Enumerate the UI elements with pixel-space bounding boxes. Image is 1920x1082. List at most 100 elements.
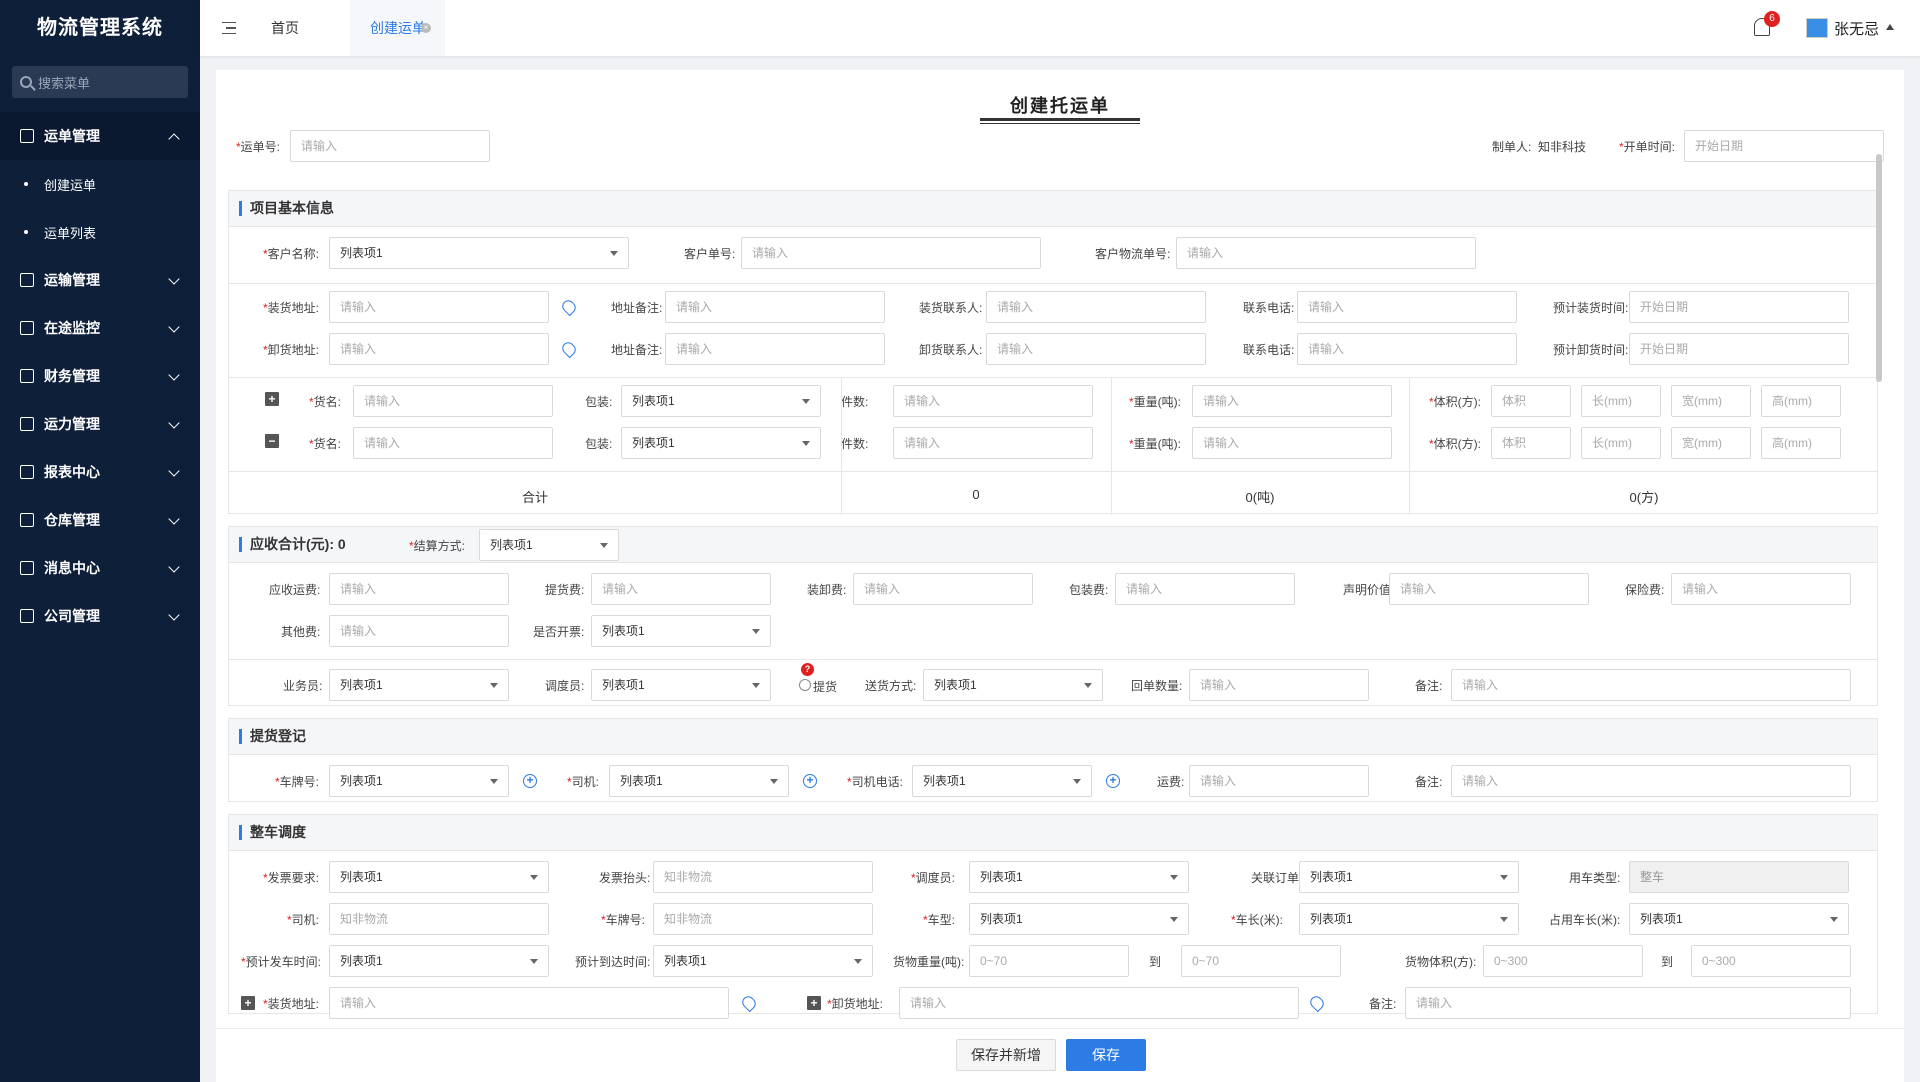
add-driver-icon[interactable]: + — [803, 774, 817, 788]
height-input[interactable]: 高(mm) — [1761, 427, 1841, 459]
remove-goods-button[interactable]: − — [265, 434, 279, 448]
waybill-no-input[interactable]: 请输入 — [290, 130, 490, 162]
pack-fee-input[interactable]: 请输入 — [1115, 573, 1295, 605]
menu-search-input[interactable]: 搜索菜单 — [12, 66, 188, 98]
menu-warehouse[interactable]: 仓库管理 — [0, 496, 200, 544]
menu-transport[interactable]: 运输管理 — [0, 256, 200, 304]
avatar[interactable] — [1806, 18, 1828, 38]
pack-select[interactable]: 列表项1 — [621, 427, 821, 459]
menu-waybill[interactable]: 运单管理 — [0, 112, 200, 160]
load-phone-input[interactable]: 请输入 — [1297, 291, 1517, 323]
settle-select[interactable]: 列表项1 — [479, 529, 619, 561]
plate-input[interactable]: 知非物流 — [653, 903, 873, 935]
remark-input[interactable]: 请输入 — [1451, 765, 1851, 797]
close-icon[interactable]: × — [421, 23, 431, 33]
user-name[interactable]: 张无忌 — [1834, 18, 1879, 39]
pickup-radio[interactable] — [799, 679, 811, 691]
insurance-input[interactable]: 请输入 — [1671, 573, 1851, 605]
driver-input[interactable]: 知非物流 — [329, 903, 549, 935]
plate-select[interactable]: 列表项1 — [329, 765, 509, 797]
save-and-new-button[interactable]: 保存并新增 — [956, 1039, 1056, 1071]
remark-input[interactable]: 请输入 — [1405, 987, 1851, 1019]
related-order-select[interactable]: 列表项1 — [1299, 861, 1519, 893]
unload-address-note-input[interactable]: 请输入 — [665, 333, 885, 365]
add-unload-address-button[interactable]: + — [807, 996, 821, 1010]
load-address-input[interactable]: 请输入 — [329, 987, 729, 1019]
length-input[interactable]: 长(mm) — [1581, 385, 1661, 417]
est-unload-time-input[interactable]: 开始日期 — [1629, 333, 1849, 365]
receipt-qty-input[interactable]: 请输入 — [1189, 669, 1369, 701]
menu-reports[interactable]: 报表中心 — [0, 448, 200, 496]
cargo-volume-min-input[interactable]: 0~300 — [1483, 945, 1643, 977]
tab-home[interactable]: 首页 — [271, 0, 299, 56]
load-address-note-input[interactable]: 请输入 — [665, 291, 885, 323]
volume-input[interactable]: 体积 — [1491, 385, 1571, 417]
handling-fee-input[interactable]: 请输入 — [853, 573, 1033, 605]
customer-logistics-input[interactable]: 请输入 — [1176, 237, 1476, 269]
load-contact-input[interactable]: 请输入 — [986, 291, 1206, 323]
declared-value-input[interactable]: 请输入 — [1389, 573, 1589, 605]
menu-item-create-waybill[interactable]: 创建运单 — [0, 160, 200, 208]
location-pin-icon[interactable] — [1307, 993, 1327, 1013]
est-arrive-select[interactable]: 列表项1 — [653, 945, 873, 977]
freight-input[interactable]: 请输入 — [329, 573, 509, 605]
vehicle-model-select[interactable]: 列表项1 — [969, 903, 1189, 935]
cargo-volume-max-input[interactable]: 0~300 — [1691, 945, 1851, 977]
customer-name-select[interactable]: 列表项1 — [329, 237, 629, 269]
driver-select[interactable]: 列表项1 — [609, 765, 789, 797]
vehicle-length-select[interactable]: 列表项1 — [1299, 903, 1519, 935]
qty-input[interactable]: 请输入 — [893, 385, 1093, 417]
weight-input[interactable]: 请输入 — [1192, 427, 1392, 459]
salesman-select[interactable]: 列表项1 — [329, 669, 509, 701]
volume-input[interactable]: 体积 — [1491, 427, 1571, 459]
menu-toggle-icon[interactable] — [222, 22, 236, 34]
dispatcher-select[interactable]: 列表项1 — [969, 861, 1189, 893]
invoice-head-input[interactable]: 知非物流 — [653, 861, 873, 893]
cargo-weight-max-input[interactable]: 0~70 — [1181, 945, 1341, 977]
qty-input[interactable]: 请输入 — [893, 427, 1093, 459]
tab-create-waybill[interactable]: 创建运单 × — [350, 0, 445, 56]
length-input[interactable]: 长(mm) — [1581, 427, 1661, 459]
goods-name-input[interactable]: 请输入 — [353, 427, 553, 459]
pickup-fee-input[interactable]: 请输入 — [591, 573, 771, 605]
menu-finance[interactable]: 财务管理 — [0, 352, 200, 400]
menu-messages[interactable]: 消息中心 — [0, 544, 200, 592]
cargo-weight-min-input[interactable]: 0~70 — [969, 945, 1129, 977]
unload-phone-input[interactable]: 请输入 — [1297, 333, 1517, 365]
customer-no-input[interactable]: 请输入 — [741, 237, 1041, 269]
delivery-select[interactable]: 列表项1 — [923, 669, 1103, 701]
width-input[interactable]: 宽(mm) — [1671, 427, 1751, 459]
unload-address-input[interactable]: 请输入 — [329, 333, 549, 365]
menu-capacity[interactable]: 运力管理 — [0, 400, 200, 448]
location-pin-icon[interactable] — [739, 993, 759, 1013]
unload-address-input[interactable]: 请输入 — [899, 987, 1299, 1019]
unload-contact-input[interactable]: 请输入 — [986, 333, 1206, 365]
occupy-length-select[interactable]: 列表项1 — [1629, 903, 1849, 935]
open-time-input[interactable]: 开始日期 — [1684, 130, 1884, 162]
add-plate-icon[interactable]: + — [523, 774, 537, 788]
height-input[interactable]: 高(mm) — [1761, 385, 1841, 417]
load-address-input[interactable]: 请输入 — [329, 291, 549, 323]
est-depart-select[interactable]: 列表项1 — [329, 945, 549, 977]
menu-monitor[interactable]: 在途监控 — [0, 304, 200, 352]
add-goods-button[interactable]: + — [265, 392, 279, 406]
menu-item-waybill-list[interactable]: 运单列表 — [0, 208, 200, 256]
location-pin-icon[interactable] — [559, 339, 579, 359]
dispatcher-select[interactable]: 列表项1 — [591, 669, 771, 701]
width-input[interactable]: 宽(mm) — [1671, 385, 1751, 417]
remark-input[interactable]: 请输入 — [1451, 669, 1851, 701]
location-pin-icon[interactable] — [559, 297, 579, 317]
goods-name-input[interactable]: 请输入 — [353, 385, 553, 417]
save-button[interactable]: 保存 — [1066, 1039, 1146, 1071]
invoice-req-select[interactable]: 列表项1 — [329, 861, 549, 893]
menu-company[interactable]: 公司管理 — [0, 592, 200, 640]
other-fee-input[interactable]: 请输入 — [329, 615, 509, 647]
add-driver-phone-icon[interactable]: + — [1106, 774, 1120, 788]
invoice-select[interactable]: 列表项1 — [591, 615, 771, 647]
caret-up-icon[interactable] — [1886, 24, 1894, 30]
weight-input[interactable]: 请输入 — [1192, 385, 1392, 417]
pack-select[interactable]: 列表项1 — [621, 385, 821, 417]
scrollbar[interactable] — [1876, 154, 1882, 382]
driver-phone-select[interactable]: 列表项1 — [912, 765, 1092, 797]
add-load-address-button[interactable]: + — [241, 996, 255, 1010]
